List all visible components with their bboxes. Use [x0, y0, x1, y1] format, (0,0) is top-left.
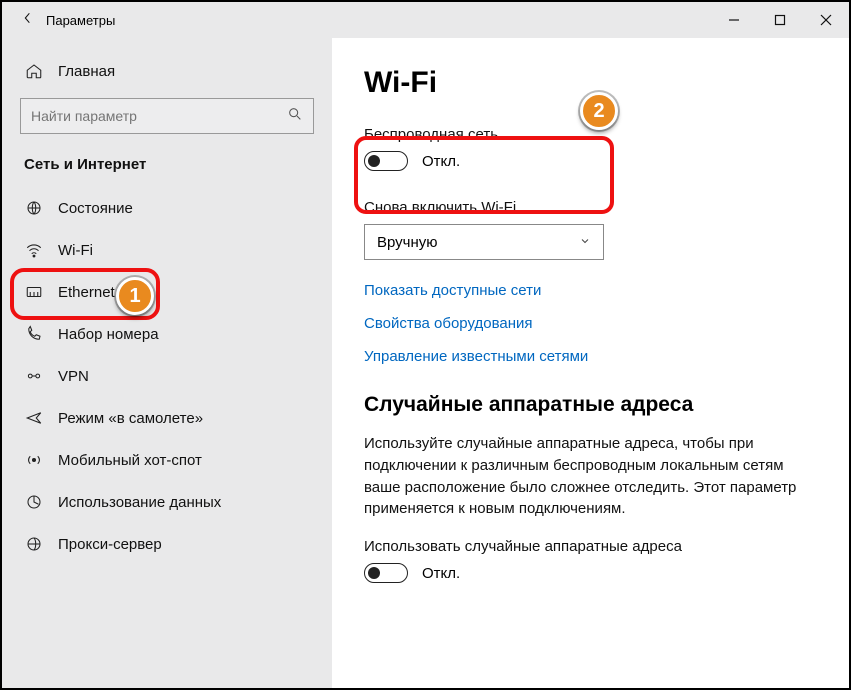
- sidebar-item-label: Wi-Fi: [58, 242, 93, 259]
- wireless-state: Откл.: [422, 153, 460, 170]
- window-title: Параметры: [46, 13, 711, 28]
- ethernet-icon: [24, 282, 44, 302]
- sidebar: Главная Сеть и Интернет Состояние Wi-Fi …: [2, 38, 332, 688]
- proxy-icon: [24, 534, 44, 554]
- vpn-icon: [24, 366, 44, 386]
- home-link[interactable]: Главная: [2, 50, 332, 92]
- sidebar-item-wifi[interactable]: Wi-Fi: [2, 229, 332, 271]
- hotspot-icon: [24, 450, 44, 470]
- sidebar-item-ethernet[interactable]: Ethernet: [2, 271, 332, 313]
- sidebar-item-airplane[interactable]: Режим «в самолете»: [2, 397, 332, 439]
- random-mac-text: Используйте случайные аппаратные адреса,…: [364, 433, 809, 520]
- sidebar-item-label: Состояние: [58, 200, 133, 217]
- datausage-icon: [24, 492, 44, 512]
- annotation-badge-1: 1: [116, 277, 154, 315]
- home-icon: [24, 61, 44, 81]
- close-button[interactable]: [803, 2, 849, 38]
- window-controls: [711, 2, 849, 38]
- search-input[interactable]: [31, 108, 287, 124]
- reenable-label: Снова включить Wi-Fi: [364, 199, 809, 216]
- main-content: Wi-Fi Беспроводная сеть Откл. Снова вклю…: [332, 38, 849, 688]
- sidebar-item-hotspot[interactable]: Мобильный хот-спот: [2, 439, 332, 481]
- sidebar-item-label: Мобильный хот-спот: [58, 452, 202, 469]
- nav-group-title: Сеть и Интернет: [2, 152, 332, 187]
- sidebar-item-status[interactable]: Состояние: [2, 187, 332, 229]
- annotation-badge-2: 2: [580, 92, 618, 130]
- random-mac-heading: Случайные аппаратные адреса: [364, 393, 809, 417]
- sidebar-item-label: Прокси-сервер: [58, 536, 162, 553]
- reenable-select[interactable]: Вручную: [364, 224, 604, 260]
- search-box[interactable]: [20, 98, 314, 134]
- status-icon: [24, 198, 44, 218]
- dialup-icon: [24, 324, 44, 344]
- sidebar-item-label: Режим «в самолете»: [58, 410, 203, 427]
- sidebar-item-label: VPN: [58, 368, 89, 385]
- link-hardware-properties[interactable]: Свойства оборудования: [364, 315, 809, 332]
- maximize-button[interactable]: [757, 2, 803, 38]
- airplane-icon: [24, 408, 44, 428]
- sidebar-item-label: Набор номера: [58, 326, 159, 343]
- sidebar-item-vpn[interactable]: VPN: [2, 355, 332, 397]
- link-known-networks[interactable]: Управление известными сетями: [364, 348, 809, 365]
- minimize-button[interactable]: [711, 2, 757, 38]
- sidebar-item-label: Использование данных: [58, 494, 221, 511]
- back-button[interactable]: [20, 10, 46, 31]
- sidebar-item-datausage[interactable]: Использование данных: [2, 481, 332, 523]
- random-mac-toggle[interactable]: [364, 563, 408, 583]
- search-icon: [287, 106, 303, 126]
- chevron-down-icon: [579, 234, 591, 251]
- home-label: Главная: [58, 63, 115, 80]
- wireless-label: Беспроводная сеть: [364, 126, 809, 143]
- link-available-networks[interactable]: Показать доступные сети: [364, 282, 809, 299]
- random-mac-toggle-label: Использовать случайные аппаратные адреса: [364, 538, 809, 555]
- wifi-icon: [24, 240, 44, 260]
- wireless-toggle[interactable]: [364, 151, 408, 171]
- sidebar-item-dialup[interactable]: Набор номера: [2, 313, 332, 355]
- random-mac-state: Откл.: [422, 565, 460, 582]
- sidebar-item-label: Ethernet: [58, 284, 115, 301]
- titlebar: Параметры: [2, 2, 849, 38]
- sidebar-item-proxy[interactable]: Прокси-сервер: [2, 523, 332, 565]
- reenable-value: Вручную: [377, 234, 438, 251]
